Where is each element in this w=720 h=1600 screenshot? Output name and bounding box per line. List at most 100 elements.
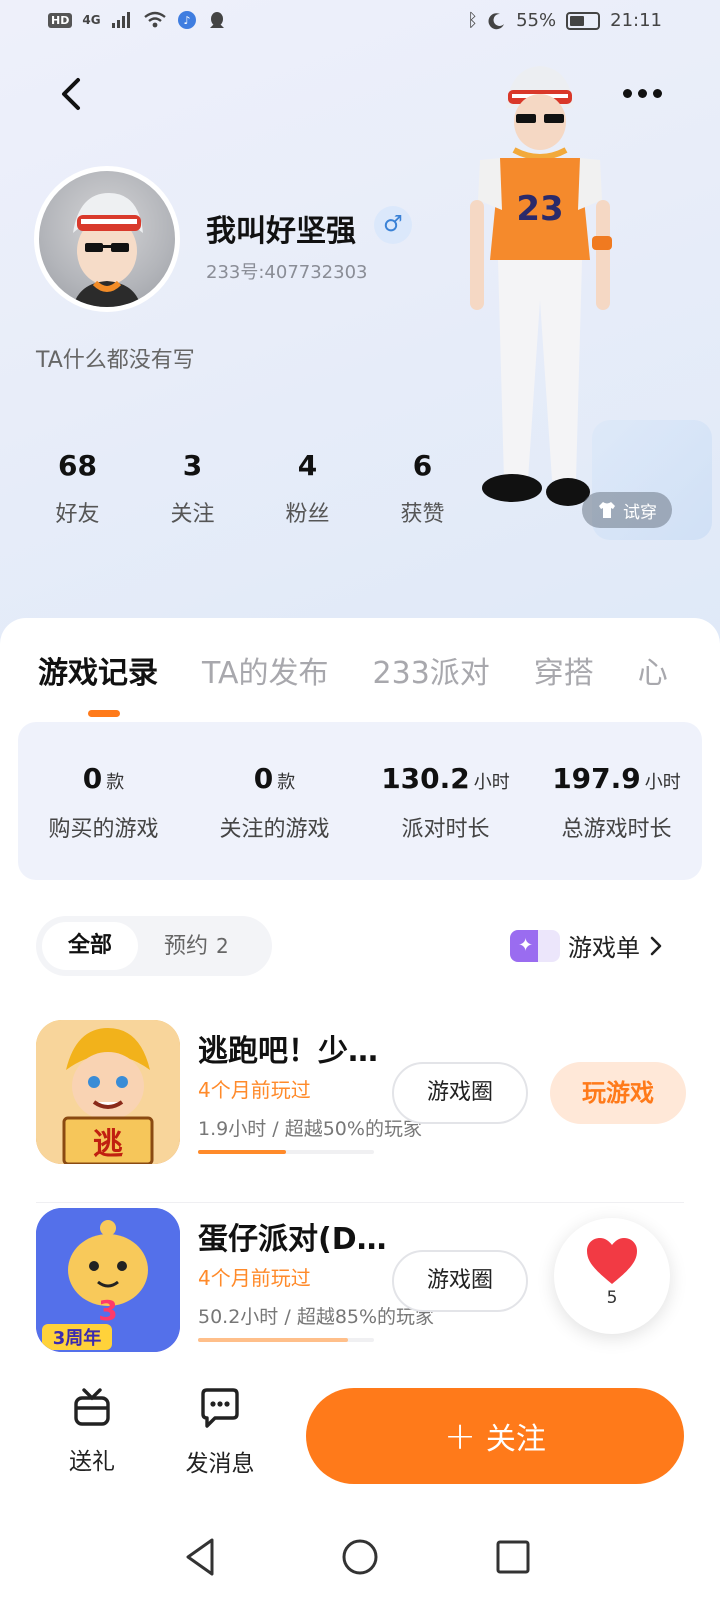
battery-icon <box>566 11 601 30</box>
like-button[interactable]: 5 <box>554 1218 670 1334</box>
tab-party[interactable]: 233派对 <box>373 648 490 692</box>
stat-label: 好友 <box>55 502 100 527</box>
rank-progress-fill <box>198 1338 348 1342</box>
game-circle-button[interactable]: 游戏圈 <box>392 1062 528 1124</box>
game-icon[interactable]: 3 3周年 <box>36 1208 180 1352</box>
tab-outfits[interactable]: 穿搭 <box>534 648 594 692</box>
gift-button[interactable]: 送礼 <box>42 1380 142 1476</box>
tab-posts[interactable]: TA的发布 <box>202 648 329 692</box>
chevron-left-icon <box>62 78 80 110</box>
game-list-link[interactable]: ✦ 游戏单 <box>510 928 664 963</box>
battery-percent: 55% <box>516 10 557 31</box>
game-row[interactable]: 逃 逃跑吧！少… 4个月前玩过 1.9小时 / 超越50%的玩家 游戏圈 玩游戏 <box>0 1020 720 1190</box>
game-stats: 1.9小时 / 超越50%的玩家 <box>198 1114 422 1141</box>
stat-following[interactable]: 3 关注 <box>135 446 250 528</box>
summary-label: 派对时长 <box>401 817 490 842</box>
heart-icon <box>587 1238 637 1284</box>
summary-label: 关注的游戏 <box>219 817 330 842</box>
clock: 21:11 <box>610 10 662 31</box>
summary-value: 197.9 <box>552 762 641 795</box>
tab-game-records[interactable]: 游戏记录 <box>38 648 158 692</box>
tab-indicator <box>88 710 120 717</box>
game-icon[interactable]: 逃 <box>36 1020 180 1164</box>
divider <box>36 1202 684 1203</box>
summary-party-time: 130.2 小时 派对时长 <box>360 722 531 880</box>
shirt-icon <box>599 502 615 518</box>
back-button[interactable] <box>52 72 92 116</box>
try-on-label: 试穿 <box>623 502 657 523</box>
stat-value: 4 <box>297 449 318 482</box>
stat-label: 关注 <box>170 502 215 527</box>
tab-bar: 游戏记录 TA的发布 233派对 穿搭心 <box>38 648 720 698</box>
game-escape-icon: 逃 <box>36 1020 180 1164</box>
game-eggy-party-icon: 3 3周年 <box>36 1208 180 1352</box>
nav-recents-icon[interactable] <box>488 1532 538 1582</box>
tab-more[interactable]: 心 <box>638 648 668 692</box>
message-label: 发消息 <box>185 1451 255 1477</box>
svg-text:3周年: 3周年 <box>53 1327 102 1349</box>
more-dot <box>652 88 662 98</box>
summary-value: 130.2 <box>381 762 470 795</box>
rank-progress-fill <box>198 1150 286 1154</box>
music-app-icon: ♪ <box>177 11 196 29</box>
play-game-button[interactable]: 玩游戏 <box>550 1062 686 1124</box>
username: 我叫好坚强 <box>206 214 356 249</box>
beat-percent: 超越50%的玩家 <box>284 1118 422 1140</box>
gift-icon <box>74 1388 110 1426</box>
like-count: 5 <box>606 1288 618 1308</box>
male-gender-icon: ♂ <box>374 206 412 244</box>
summary-followed[interactable]: 0款 关注的游戏 <box>189 722 360 880</box>
avatar-3d-character-icon[interactable]: 23 <box>440 60 640 520</box>
user-id: 233号:407732303 <box>206 262 368 283</box>
summary-value: 0 <box>82 762 103 795</box>
follow-button[interactable]: + 关注 <box>306 1388 684 1484</box>
game-filter: 全部 预约 2 <box>36 916 272 976</box>
moon-icon <box>488 12 505 29</box>
filter-reserved-label: 预约 <box>164 934 209 959</box>
svg-text:♪: ♪ <box>183 14 190 27</box>
bottom-action-bar: 送礼 发消息 + 关注 <box>0 1380 720 1510</box>
hd-icon: HD <box>48 12 73 28</box>
sparkle-icon: ✦ <box>510 929 560 962</box>
game-circle-button[interactable]: 游戏圈 <box>392 1250 528 1312</box>
rank-progress <box>198 1338 374 1342</box>
summary-unit: 小时 <box>644 772 681 793</box>
bluetooth-icon: ᛒ <box>467 10 479 31</box>
try-on-button[interactable]: 试穿 <box>582 492 672 528</box>
profile-page: HD 4G ♪ ᛒ 55% 21:11 我叫好坚强 ♂ 233号:4077323… <box>0 0 720 1600</box>
filter-all[interactable]: 全部 <box>42 922 138 970</box>
summary-purchased[interactable]: 0款 购买的游戏 <box>18 722 189 880</box>
last-played: 4个月前玩过 <box>198 1266 311 1290</box>
status-bar: HD 4G ♪ ᛒ 55% 21:11 <box>0 0 720 44</box>
stat-friends[interactable]: 68 好友 <box>20 446 135 528</box>
stat-value: 3 <box>182 449 203 482</box>
nav-back-icon[interactable] <box>176 1532 226 1582</box>
system-navigation-bar <box>0 1510 720 1600</box>
svg-text:3: 3 <box>98 1294 117 1327</box>
nav-home-icon[interactable] <box>335 1532 385 1582</box>
rank-progress <box>198 1150 374 1154</box>
signal-bars-icon <box>111 12 130 28</box>
separator: / <box>284 1306 291 1328</box>
stat-fans[interactable]: 4 粉丝 <box>250 446 365 528</box>
filter-reserved[interactable]: 预约 2 <box>164 922 229 970</box>
svg-text:逃: 逃 <box>93 1127 123 1162</box>
summary-value: 0 <box>253 762 274 795</box>
game-stats: 50.2小时 / 超越85%的玩家 <box>198 1302 434 1329</box>
summary-label: 总游戏时长 <box>561 817 672 842</box>
summary-label: 购买的游戏 <box>48 817 159 842</box>
game-title[interactable]: 逃跑吧！少… <box>198 1026 378 1070</box>
message-button[interactable]: 发消息 <box>170 1380 270 1478</box>
hours-played: 1.9小时 <box>198 1118 267 1140</box>
summary-unit: 款 <box>277 772 296 793</box>
game-title[interactable]: 蛋仔派对(D… <box>198 1214 387 1258</box>
summary-unit: 款 <box>106 772 125 793</box>
game-list-label: 游戏单 <box>568 934 640 962</box>
separator: / <box>272 1118 279 1140</box>
filter-reserved-count: 2 <box>216 934 229 958</box>
svg-text:23: 23 <box>516 189 563 229</box>
avatar[interactable] <box>34 166 180 312</box>
wifi-icon <box>143 11 166 28</box>
follow-label: 关注 <box>485 1422 546 1457</box>
summary-unit: 小时 <box>473 772 510 793</box>
